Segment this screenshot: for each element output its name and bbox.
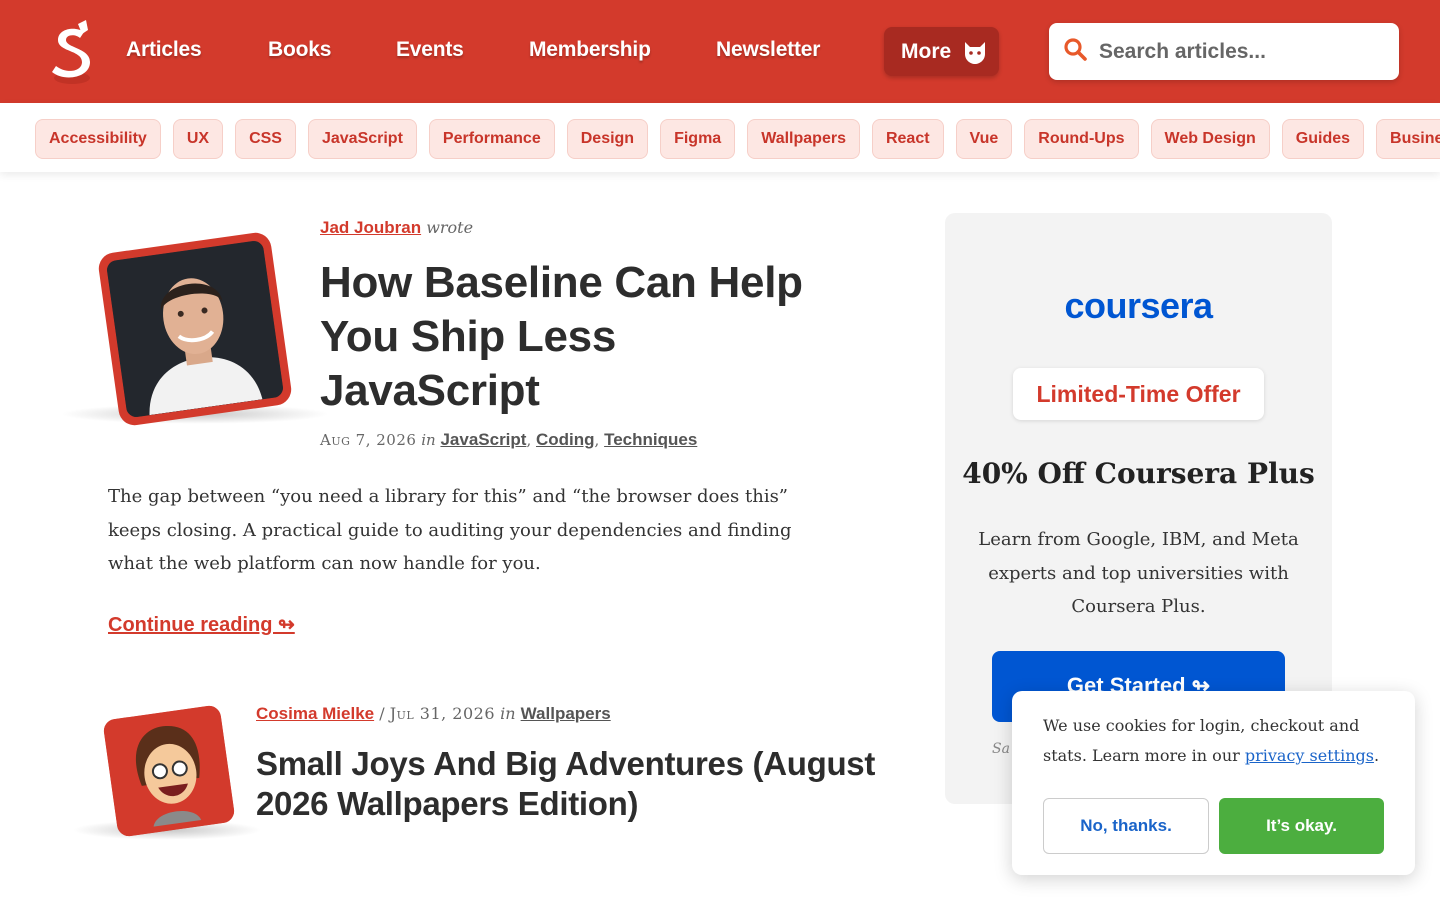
tag-ux[interactable]: UX: [172, 119, 224, 159]
article1-author-link[interactable]: Jad Joubran: [320, 218, 421, 237]
nav-membership[interactable]: Membership: [529, 38, 651, 62]
tag-guides[interactable]: Guides: [1281, 119, 1365, 159]
article2-title[interactable]: Small Joys And Big Adventures (August 20…: [256, 744, 876, 824]
category-link-techniques[interactable]: Techniques: [604, 430, 697, 449]
article2-date: Jul 31, 2026: [389, 704, 496, 723]
ad-title: 40% Off Coursera Plus: [962, 457, 1315, 490]
more-label: More: [901, 39, 952, 63]
tag-design[interactable]: Design: [566, 119, 649, 159]
tag-round-ups[interactable]: Round-Ups: [1024, 119, 1139, 159]
nav-newsletter[interactable]: Newsletter: [716, 38, 820, 62]
tag-wallpapers[interactable]: Wallpapers: [747, 119, 860, 159]
tag-css[interactable]: CSS: [235, 119, 296, 159]
search-icon: [1063, 37, 1087, 66]
privacy-settings-link[interactable]: privacy settings: [1245, 746, 1374, 765]
ad-description: Learn from Google, IBM, and Meta experts…: [978, 529, 1299, 617]
tag-list: Accessibility UX CSS JavaScript Performance D…: [35, 119, 1440, 159]
site-header: Articles Books Events Membership Newslet…: [0, 0, 1440, 103]
author-avatar-jad[interactable]: [96, 230, 294, 428]
article1-wrote: wrote: [426, 218, 474, 237]
article1-meta: Aug 7, 2026 in JavaScript, Coding, Techn…: [320, 430, 698, 449]
cookie-banner: We use cookies for login, checkout and s…: [1012, 691, 1415, 875]
more-menu-button[interactable]: More: [884, 27, 999, 76]
article1-byline: Jad Joubran wrote: [320, 218, 473, 238]
tag-web-design[interactable]: Web Design: [1150, 119, 1270, 159]
search-input[interactable]: [1099, 39, 1379, 64]
smashing-logo[interactable]: [46, 20, 98, 86]
category-link-javascript[interactable]: JavaScript: [440, 430, 526, 449]
tag-business[interactable]: Business: [1376, 119, 1440, 159]
article2-author-link[interactable]: Cosima Mielke: [256, 704, 374, 723]
cat-icon: [961, 38, 989, 66]
tag-figma[interactable]: Figma: [660, 119, 736, 159]
tag-javascript[interactable]: JavaScript: [307, 119, 417, 159]
article2-in: in: [500, 704, 516, 723]
coursera-logo[interactable]: coursera: [945, 285, 1332, 327]
category-link-coding[interactable]: Coding: [536, 430, 595, 449]
nav-events[interactable]: Events: [396, 38, 464, 62]
article1-in: in: [421, 431, 436, 449]
author-avatar-cosima[interactable]: [102, 704, 236, 838]
nav-books[interactable]: Books: [268, 38, 331, 62]
ad-footnote: Sa: [992, 741, 1010, 757]
article2-byline: Cosima Mielke / Jul 31, 2026 in Wallpape…: [256, 704, 611, 724]
article1-date: Aug 7, 2026: [320, 431, 417, 449]
search-box[interactable]: [1049, 23, 1399, 80]
accept-cookies-button[interactable]: It’s okay.: [1219, 798, 1384, 854]
cookie-period: .: [1373, 746, 1380, 765]
tag-react[interactable]: React: [871, 119, 944, 159]
tag-performance[interactable]: Performance: [428, 119, 555, 159]
article1-excerpt: The gap between “you need a library for …: [108, 486, 792, 574]
decline-cookies-button[interactable]: No, thanks.: [1043, 798, 1209, 854]
article2-separator: /: [379, 704, 385, 723]
article1-title[interactable]: How Baseline Can Help You Ship Less Java…: [320, 256, 840, 418]
nav-articles[interactable]: Articles: [126, 38, 202, 62]
offer-badge: Limited-Time Offer: [1013, 368, 1264, 420]
topic-tag-bar: Accessibility UX CSS JavaScript Performance D…: [0, 103, 1440, 172]
category-link-wallpapers[interactable]: Wallpapers: [521, 704, 611, 723]
continue-reading-link[interactable]: Continue reading ↬: [108, 612, 295, 637]
tag-vue[interactable]: Vue: [955, 119, 1013, 159]
tag-accessibility[interactable]: Accessibility: [35, 119, 161, 159]
cookie-message: We use cookies for login, checkout and s…: [1043, 711, 1393, 771]
